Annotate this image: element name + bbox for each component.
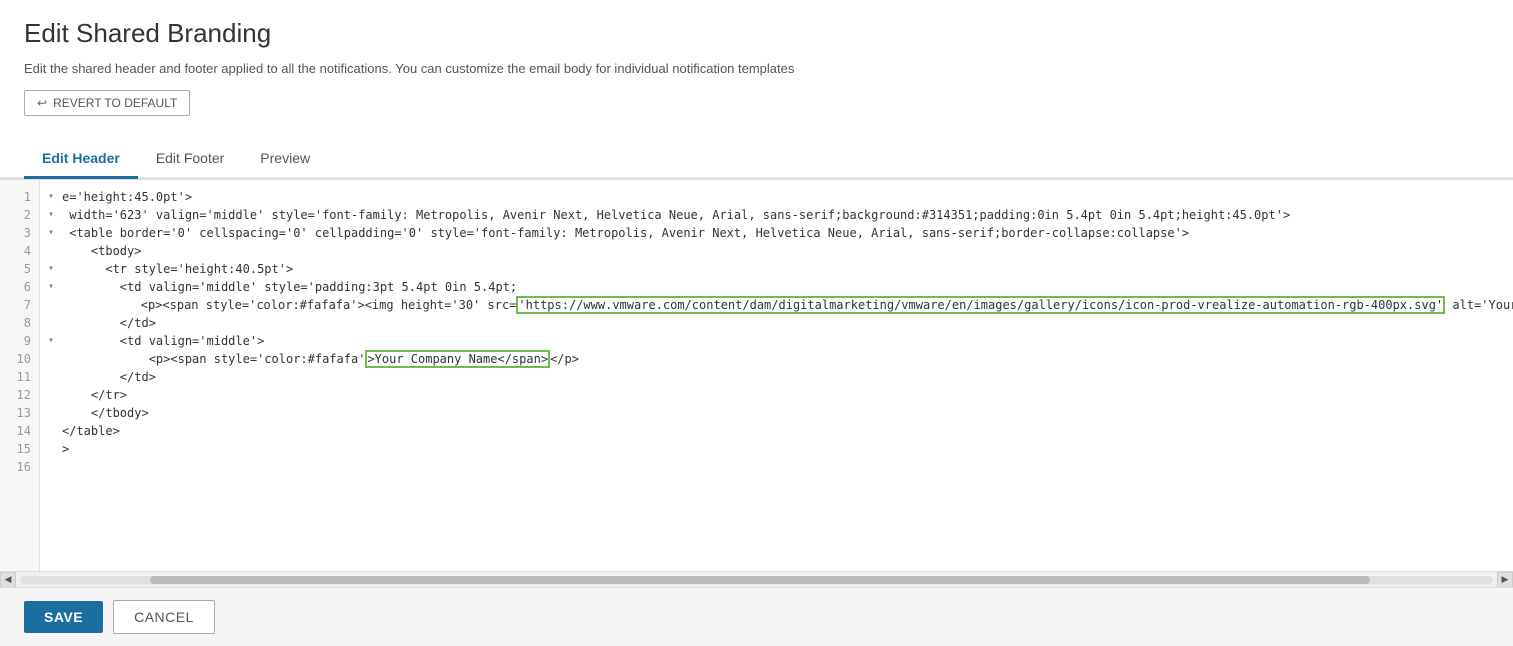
- fold-arrow-9[interactable]: ▾: [48, 332, 62, 350]
- fold-arrow-5[interactable]: ▾: [48, 260, 62, 278]
- code-content-6: <td valign='middle' style='padding:3pt 5…: [62, 278, 1505, 296]
- code-content-9: <td valign='middle'>: [62, 332, 1505, 350]
- code-content-12: </tr>: [62, 386, 1505, 404]
- code-content-8: </td>: [62, 314, 1505, 332]
- editor-wrapper: 1 2 3 4 5 6 7 8 9 10 11 12 13 14 15 16: [0, 179, 1513, 571]
- fold-arrow-3[interactable]: ▾: [48, 224, 62, 242]
- horizontal-scrollbar[interactable]: ◀ ▶: [0, 571, 1513, 587]
- page-title: Edit Shared Branding: [24, 18, 1489, 49]
- line-num-11: 11: [0, 368, 39, 386]
- tabs-bar: Edit Header Edit Footer Preview: [0, 140, 1513, 179]
- line-num-16: 16: [0, 458, 39, 476]
- line-num-7: 7: [0, 296, 39, 314]
- line-numbers: 1 2 3 4 5 6 7 8 9 10 11 12 13 14 15 16: [0, 180, 40, 571]
- code-line-3: ▾ <table border='0' cellspacing='0' cell…: [40, 224, 1513, 242]
- code-line-15: ▾ >: [40, 440, 1513, 458]
- scrollbar-left-arrow[interactable]: ◀: [0, 572, 16, 588]
- tab-preview[interactable]: Preview: [242, 140, 328, 179]
- code-line-13: ▾ </tbody>: [40, 404, 1513, 422]
- revert-button-label: REVERT TO DEFAULT: [53, 96, 177, 110]
- line-num-3: 3: [0, 224, 39, 242]
- line-num-5: 5: [0, 260, 39, 278]
- line-num-6: 6: [0, 278, 39, 296]
- revert-to-default-button[interactable]: ↩ REVERT TO DEFAULT: [24, 90, 190, 116]
- code-content-7: <p><span style='color:#fafafa'><img heig…: [54, 296, 1513, 314]
- line-num-10: 10: [0, 350, 39, 368]
- fold-arrow-6[interactable]: ▾: [48, 278, 62, 296]
- cancel-button[interactable]: CANCEL: [113, 600, 215, 634]
- fold-arrow-1[interactable]: ▾: [48, 188, 62, 206]
- revert-icon: ↩: [37, 96, 47, 110]
- url-highlight: 'https://www.vmware.com/content/dam/digi…: [516, 296, 1445, 314]
- scrollbar-right-arrow[interactable]: ▶: [1497, 572, 1513, 588]
- line-num-4: 4: [0, 242, 39, 260]
- code-line-6: ▾ <td valign='middle' style='padding:3pt…: [40, 278, 1513, 296]
- scrollbar-thumb[interactable]: [150, 576, 1370, 584]
- line-num-1: 1: [0, 188, 39, 206]
- code-line-4: ▾ <tbody>: [40, 242, 1513, 260]
- code-content-4: <tbody>: [62, 242, 1505, 260]
- code-content-13: </tbody>: [62, 404, 1505, 422]
- code-line-1: ▾ e='height:45.0pt'>: [40, 188, 1513, 206]
- line-num-14: 14: [0, 422, 39, 440]
- tab-edit-footer[interactable]: Edit Footer: [138, 140, 242, 179]
- code-line-8: ▾ </td>: [40, 314, 1513, 332]
- code-content-3: <table border='0' cellspacing='0' cellpa…: [62, 224, 1505, 242]
- scrollbar-track[interactable]: [20, 576, 1493, 584]
- code-line-2: ▾ width='623' valign='middle' style='fon…: [40, 206, 1513, 224]
- code-line-7: ▾ <p><span style='color:#fafafa'><img he…: [40, 296, 1513, 314]
- line-num-15: 15: [0, 440, 39, 458]
- editor-outer: 1 2 3 4 5 6 7 8 9 10 11 12 13 14 15 16: [0, 179, 1513, 587]
- line-num-9: 9: [0, 332, 39, 350]
- code-line-14: ▾ </table>: [40, 422, 1513, 440]
- bottom-bar: SAVE CANCEL: [0, 587, 1513, 646]
- code-line-5: ▾ <tr style='height:40.5pt'>: [40, 260, 1513, 278]
- code-content-15: >: [62, 440, 1505, 458]
- fold-arrow-2[interactable]: ▾: [48, 206, 62, 224]
- code-content-10: <p><span style='color:#fafafa'>Your Comp…: [62, 350, 1505, 368]
- code-content-1: e='height:45.0pt'>: [62, 188, 1505, 206]
- code-content-5: <tr style='height:40.5pt'>: [62, 260, 1505, 278]
- page-description: Edit the shared header and footer applie…: [24, 61, 1489, 76]
- code-area[interactable]: ▾ e='height:45.0pt'> ▾ width='623' valig…: [40, 180, 1513, 571]
- code-content-2: width='623' valign='middle' style='font-…: [62, 206, 1505, 224]
- code-line-10: ▾ <p><span style='color:#fafafa'>Your Co…: [40, 350, 1513, 368]
- line-num-2: 2: [0, 206, 39, 224]
- code-line-9: ▾ <td valign='middle'>: [40, 332, 1513, 350]
- code-line-12: ▾ </tr>: [40, 386, 1513, 404]
- code-line-11: ▾ </td>: [40, 368, 1513, 386]
- line-num-12: 12: [0, 386, 39, 404]
- tab-edit-header[interactable]: Edit Header: [24, 140, 138, 179]
- code-content-11: </td>: [62, 368, 1505, 386]
- line-num-8: 8: [0, 314, 39, 332]
- save-button[interactable]: SAVE: [24, 601, 103, 633]
- header-section: Edit Shared Branding Edit the shared hea…: [0, 0, 1513, 140]
- line-num-13: 13: [0, 404, 39, 422]
- code-line-16: ▾: [40, 458, 1513, 476]
- code-content-14: </table>: [62, 422, 1505, 440]
- page: Edit Shared Branding Edit the shared hea…: [0, 0, 1513, 646]
- company-highlight: >Your Company Name</span>: [365, 350, 550, 368]
